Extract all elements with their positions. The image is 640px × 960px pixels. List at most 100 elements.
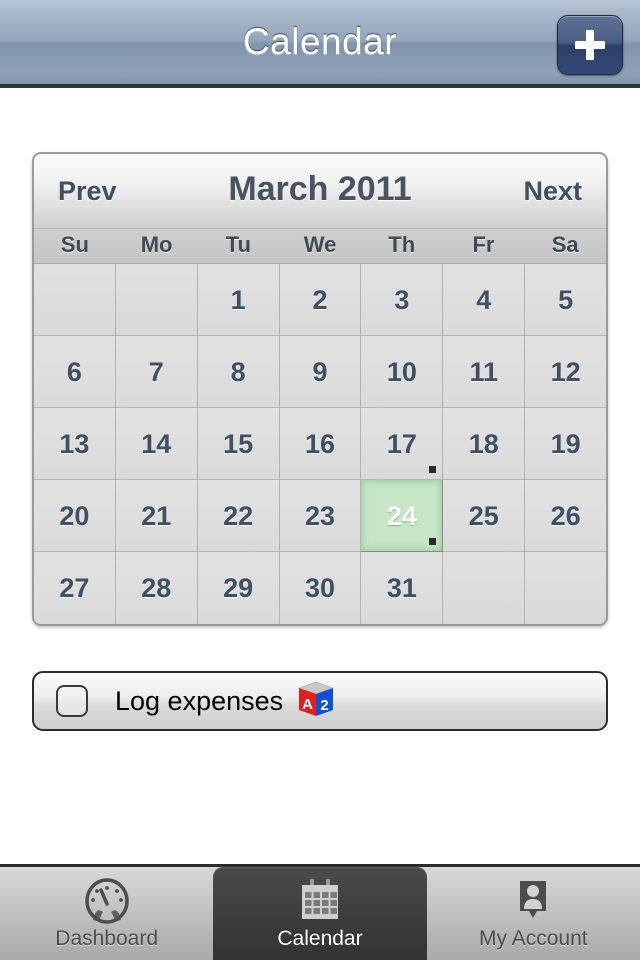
a2-cube-icon: A 2 bbox=[295, 681, 337, 721]
calendar-day-cell[interactable]: 16 bbox=[279, 408, 362, 480]
calendar-day-cell[interactable]: 11 bbox=[443, 336, 526, 408]
next-month-button[interactable]: Next bbox=[523, 176, 582, 207]
calendar-weekday-header: Su Mo Tu We Th Fr Sa bbox=[34, 229, 606, 264]
calendar-day-cell[interactable]: 21 bbox=[115, 480, 198, 552]
calendar-day-number: 6 bbox=[66, 357, 82, 387]
calendar-day-cell[interactable]: 3 bbox=[361, 264, 444, 336]
calendar-widget: Prev March 2011 Next Su Mo Tu We Th Fr S… bbox=[32, 152, 608, 626]
calendar-day-number: 29 bbox=[223, 573, 254, 603]
calendar-day-cell[interactable]: 5 bbox=[525, 264, 606, 336]
bottom-tab-bar: Dashboard Calendar My Account bbox=[0, 864, 640, 960]
calendar-day-cell[interactable]: 20 bbox=[34, 480, 116, 552]
calendar-day-cell[interactable]: 18 bbox=[443, 408, 526, 480]
calendar-day-number: 10 bbox=[386, 357, 417, 387]
calendar-grid: 1 2 3 4 5 6 7 8 9 10 11 12 13 14 15 16 17 18 19 20 21 22 23 24 2… bbox=[34, 264, 606, 624]
log-expenses-label: Log expenses bbox=[115, 685, 284, 716]
calendar-day-number: 5 bbox=[558, 285, 574, 315]
calendar-day-number bbox=[443, 552, 524, 624]
calendar-day-cell[interactable]: 27 bbox=[34, 552, 116, 624]
calendar-day-cell[interactable]: 29 bbox=[197, 552, 280, 624]
page-title: Calendar bbox=[242, 21, 398, 62]
a2-cube-svg: A 2 bbox=[298, 681, 335, 716]
svg-text:A: A bbox=[302, 696, 313, 713]
calendar-cell-empty bbox=[443, 552, 526, 624]
plus-icon-vertical bbox=[586, 30, 594, 60]
weekday-label-th: Th bbox=[388, 232, 416, 257]
calendar-day-number: 13 bbox=[59, 429, 90, 459]
calendar-day-cell[interactable]: 7 bbox=[115, 336, 198, 408]
tab-dashboard[interactable]: Dashboard bbox=[0, 867, 213, 960]
weekday-label-mo: Mo bbox=[140, 232, 173, 257]
calendar-day-number: 12 bbox=[550, 357, 581, 387]
log-expenses-row[interactable]: Log expenses A 2 bbox=[32, 671, 608, 731]
calendar-day-number bbox=[116, 264, 197, 336]
person-badge-icon bbox=[507, 877, 559, 925]
tab-my-account-label: My Account bbox=[479, 927, 588, 950]
calendar-day-number: 19 bbox=[550, 429, 581, 459]
calendar-day-cell[interactable]: 28 bbox=[115, 552, 198, 624]
calendar-day-number: 23 bbox=[304, 501, 336, 531]
calendar-day-cell[interactable]: 30 bbox=[279, 552, 362, 624]
calendar-week-row: 6 7 8 9 10 11 12 bbox=[34, 336, 606, 408]
calendar-month-title: March 2011 bbox=[228, 170, 412, 208]
calendar-week-row: 20 21 22 23 24 25 26 bbox=[34, 480, 606, 552]
calendar-day-number: 9 bbox=[312, 357, 328, 387]
calendar-day-cell[interactable]: 24 bbox=[361, 480, 444, 552]
calendar-day-cell[interactable]: 4 bbox=[443, 264, 526, 336]
calendar-day-cell[interactable]: 31 bbox=[361, 552, 444, 624]
calendar-day-cell[interactable]: 14 bbox=[115, 408, 198, 480]
calendar-nav: Prev March 2011 Next bbox=[34, 154, 606, 229]
calendar-day-cell[interactable]: 8 bbox=[197, 336, 280, 408]
calendar-day-cell[interactable]: 1 bbox=[197, 264, 280, 336]
calendar-day-number: 15 bbox=[223, 429, 254, 459]
calendar-day-cell[interactable]: 6 bbox=[34, 336, 116, 408]
calendar-day-number: 30 bbox=[304, 573, 336, 603]
calendar-day-number: 26 bbox=[550, 501, 581, 531]
calendar-day-number: 2 bbox=[312, 285, 328, 315]
weekday-label-sa: Sa bbox=[551, 232, 579, 257]
calendar-cell-empty bbox=[34, 264, 116, 336]
calendar-day-number: 16 bbox=[304, 429, 336, 459]
event-indicator-dot bbox=[429, 466, 437, 473]
calendar-day-number: 31 bbox=[386, 573, 417, 603]
weekday-label-we: We bbox=[303, 232, 337, 257]
calendar-day-cell[interactable]: 9 bbox=[279, 336, 362, 408]
calendar-day-cell[interactable]: 2 bbox=[279, 264, 362, 336]
tab-my-account[interactable]: My Account bbox=[427, 867, 640, 960]
calendar-icon bbox=[294, 877, 346, 925]
calendar-week-row: 1 2 3 4 5 bbox=[34, 264, 606, 336]
calendar-day-number: 18 bbox=[468, 429, 499, 459]
calendar-day-cell[interactable]: 25 bbox=[443, 480, 526, 552]
calendar-cell-empty bbox=[525, 552, 606, 624]
calendar-day-number: 7 bbox=[148, 357, 164, 387]
calendar-cell-empty bbox=[115, 264, 198, 336]
calendar-day-number: 20 bbox=[59, 501, 90, 531]
calendar-day-number: 11 bbox=[469, 357, 498, 387]
calendar-day-cell[interactable]: 15 bbox=[197, 408, 280, 480]
calendar-day-number: 27 bbox=[59, 573, 90, 603]
calendar-day-number bbox=[34, 264, 115, 336]
weekday-label-su: Su bbox=[60, 232, 89, 257]
calendar-day-cell[interactable]: 12 bbox=[525, 336, 606, 408]
log-expenses-checkbox[interactable] bbox=[56, 685, 88, 717]
calendar-day-cell[interactable]: 10 bbox=[361, 336, 444, 408]
calendar-day-cell[interactable]: 17 bbox=[361, 408, 444, 480]
gauge-icon bbox=[81, 877, 133, 925]
calendar-week-row: 27 28 29 30 31 bbox=[34, 552, 606, 624]
calendar-day-cell[interactable]: 19 bbox=[525, 408, 606, 480]
weekday-label-fr: Fr bbox=[472, 232, 495, 257]
calendar-day-cell[interactable]: 26 bbox=[525, 480, 606, 552]
calendar-day-cell[interactable]: 23 bbox=[279, 480, 362, 552]
calendar-day-cell[interactable]: 22 bbox=[197, 480, 280, 552]
calendar-day-cell[interactable]: 13 bbox=[34, 408, 116, 480]
calendar-day-number: 4 bbox=[476, 285, 492, 315]
calendar-day-number: 1 bbox=[230, 285, 246, 315]
tab-dashboard-label: Dashboard bbox=[55, 927, 159, 950]
calendar-day-number bbox=[525, 552, 606, 624]
calendar-day-number: 21 bbox=[141, 501, 172, 531]
tab-calendar[interactable]: Calendar bbox=[213, 867, 427, 960]
calendar-day-number: 25 bbox=[468, 501, 499, 531]
calendar-day-number: 22 bbox=[223, 501, 254, 531]
calendar-day-number: 28 bbox=[141, 573, 172, 603]
add-event-button[interactable] bbox=[557, 15, 623, 75]
